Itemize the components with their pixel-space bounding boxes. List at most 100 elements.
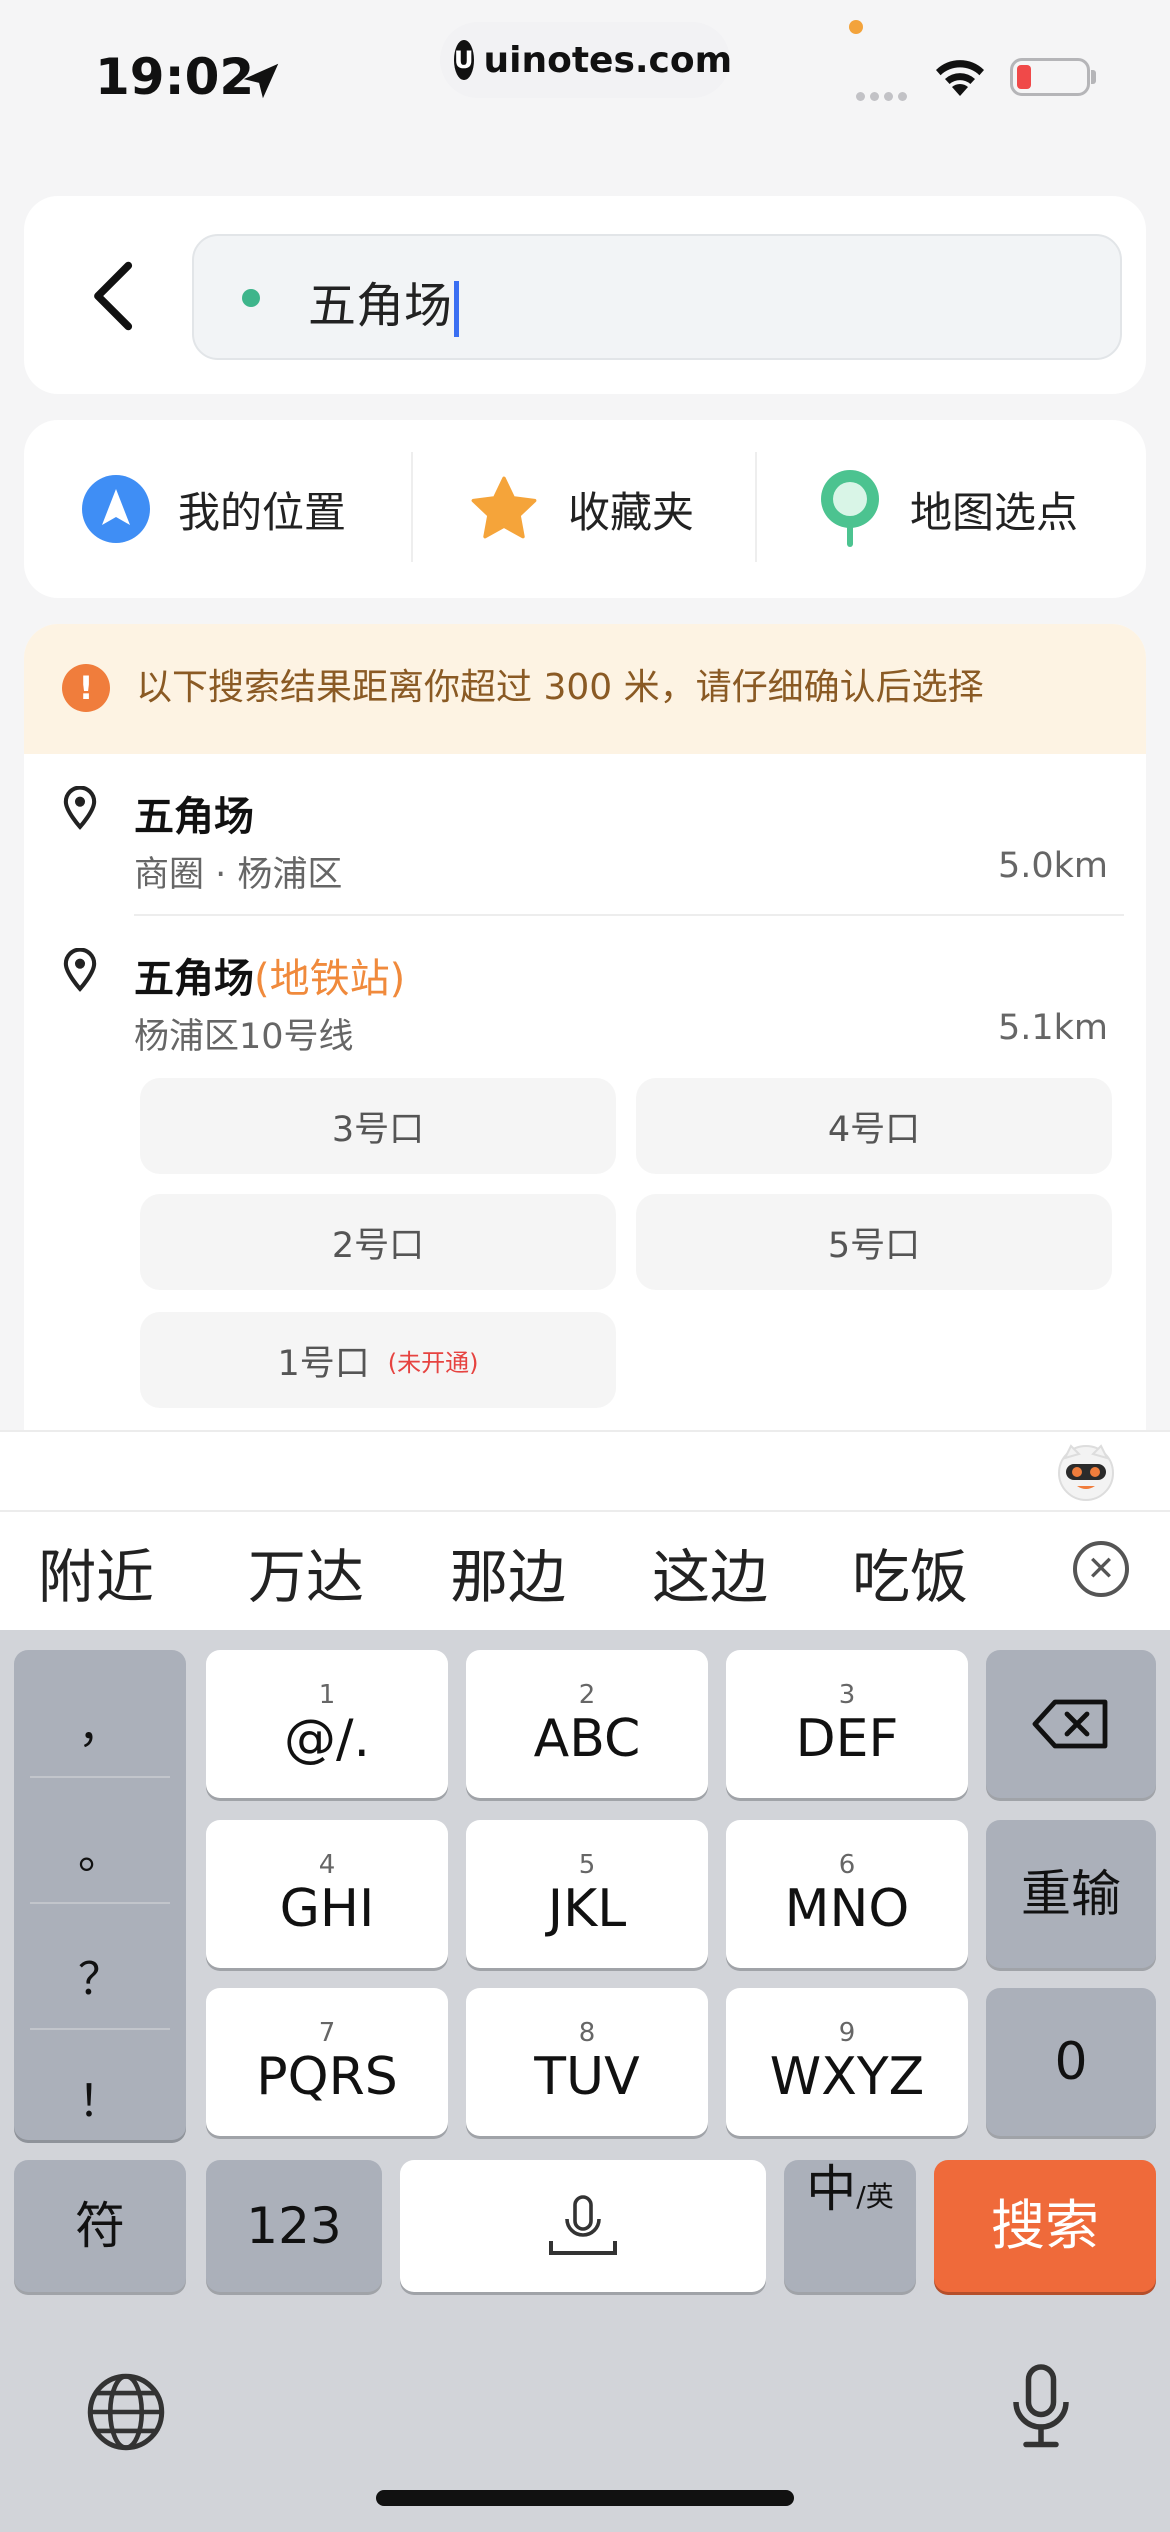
map-pin-icon [821, 470, 879, 547]
search-query-text: 五角场 [308, 266, 460, 337]
status-time: 19:02 [95, 48, 255, 106]
key-5[interactable]: 5 JKL [466, 1820, 708, 1968]
key-8[interactable]: 8 TUV [466, 1988, 708, 2136]
key-letters: DEF [795, 1709, 899, 1769]
zero-label: 0 [1054, 2032, 1088, 2092]
key-letters: JKL [547, 1879, 627, 1939]
key-number: 8 [578, 2018, 596, 2048]
zero-key[interactable]: 0 [986, 1988, 1156, 2136]
my-location-button[interactable]: 我的位置 [82, 420, 346, 598]
candidate-bar [0, 1510, 1170, 1630]
key-9[interactable]: 9 WXYZ [726, 1988, 968, 2136]
key-4[interactable]: 4 GHI [206, 1820, 448, 1968]
exit-button[interactable]: 3号口 [140, 1078, 616, 1174]
reset-key[interactable]: 重输 [986, 1820, 1156, 1968]
key-number: 6 [838, 1850, 856, 1880]
battery-cap [1091, 70, 1096, 84]
star-icon [471, 476, 537, 539]
wifi-icon [936, 60, 984, 96]
candidate-word[interactable]: 这边 [652, 1530, 768, 1614]
map-pick-label: 地图选点 [910, 487, 1079, 537]
key-letters: PQRS [256, 2047, 398, 2107]
result-distance: 5.0km [997, 846, 1108, 886]
result-subtitle: 商圈 · 杨浦区 [134, 855, 343, 895]
result-title-suffix: (地铁站) [254, 956, 406, 1002]
key-number: 3 [838, 1680, 856, 1710]
search-key[interactable]: 搜索 [934, 2160, 1156, 2292]
lang-sub-label: /英 [856, 2180, 894, 2213]
space-key[interactable] [400, 2160, 766, 2292]
result-subtitle: 杨浦区10号线 [134, 1017, 354, 1057]
location-pin-icon [63, 786, 97, 830]
location-pin-icon [63, 948, 97, 992]
key-7[interactable]: 7 PQRS [206, 1988, 448, 2136]
exit-label: 4号口 [827, 1109, 921, 1150]
keyboard-toolbar [0, 1430, 1170, 1510]
exit-button[interactable]: 4号口 [636, 1078, 1112, 1174]
clear-candidates-icon[interactable]: ✕ [1073, 1541, 1129, 1597]
start-point-dot-icon [242, 289, 260, 307]
key-1[interactable]: 1 @/. [206, 1650, 448, 1798]
symbols-key[interactable]: 符 [14, 2160, 186, 2292]
candidate-word[interactable]: 吃饭 [852, 1530, 968, 1614]
exit-closed-note: (未开通) [387, 1348, 479, 1377]
result-title: 五角场 [134, 794, 254, 840]
exit-label: 2号口 [331, 1225, 425, 1266]
dictation-mic-icon[interactable] [1006, 2362, 1076, 2452]
key-number: 4 [318, 1850, 336, 1880]
key-number: 5 [578, 1850, 596, 1880]
key-letters: WXYZ [769, 2047, 925, 2107]
warning-icon: ! [62, 664, 110, 712]
punct-key[interactable]: ？ [14, 1912, 186, 2038]
favorites-label: 收藏夹 [568, 487, 695, 537]
globe-icon[interactable] [84, 2370, 168, 2454]
exit-button[interactable]: 2号口 [140, 1194, 616, 1290]
numbers-key[interactable]: 123 [206, 2160, 382, 2292]
key-letters: @/. [283, 1709, 371, 1769]
exit-label: 1号口 [277, 1343, 370, 1384]
key-number: 2 [578, 1680, 596, 1710]
text-cursor [454, 281, 460, 337]
key-letters: MNO [784, 1879, 910, 1939]
favorites-button[interactable]: 收藏夹 [468, 420, 694, 598]
map-pick-button[interactable]: 地图选点 [818, 420, 1078, 598]
search-query-value: 五角场 [308, 278, 453, 334]
exit-label: 5号口 [827, 1225, 921, 1266]
result-title: 五角场(地铁站) [134, 946, 405, 1004]
backspace-key[interactable] [986, 1650, 1156, 1798]
key-letters: ABC [533, 1709, 641, 1769]
result-title-text: 五角场 [134, 956, 254, 1002]
warning-text: 以下搜索结果距离你超过 300 米，请仔细确认后选择 [136, 667, 984, 708]
url-pill[interactable]: U uinotes.com [440, 22, 733, 98]
punct-key[interactable]: 。 [14, 1786, 186, 1912]
exit-label: 3号口 [331, 1109, 425, 1150]
candidate-word[interactable]: 附近 [38, 1530, 154, 1614]
exit-button[interactable]: 5号口 [636, 1194, 1112, 1290]
quick-divider [411, 452, 413, 562]
numbers-label: 123 [246, 2197, 342, 2255]
punct-key[interactable]: ！ [14, 2034, 186, 2160]
navigation-arrow-icon [82, 475, 150, 543]
punct-key[interactable]: ， [14, 1660, 186, 1786]
key-2[interactable]: 2 ABC [466, 1650, 708, 1798]
candidate-word[interactable]: 那边 [450, 1530, 566, 1614]
key-number: 9 [838, 2018, 856, 2048]
symbols-label: 符 [75, 2197, 125, 2255]
key-letters: GHI [279, 1879, 375, 1939]
reset-label: 重输 [1021, 1865, 1121, 1923]
key-3[interactable]: 3 DEF [726, 1650, 968, 1798]
home-indicator [376, 2490, 794, 2506]
backspace-icon [1032, 1699, 1108, 1749]
my-location-label: 我的位置 [178, 487, 347, 537]
key-6[interactable]: 6 MNO [726, 1820, 968, 1968]
language-toggle-key[interactable]: 中/英 [784, 2160, 916, 2292]
site-logo-icon: U [454, 40, 474, 80]
ime-mascot-icon[interactable] [1055, 1440, 1117, 1502]
back-chevron-icon[interactable] [84, 258, 146, 334]
exit-button[interactable]: 1号口 (未开通) [140, 1312, 616, 1408]
privacy-indicator-dot [849, 20, 863, 34]
cellular-signal-icon [856, 86, 912, 105]
quick-divider [755, 452, 757, 562]
candidate-word[interactable]: 万达 [248, 1530, 364, 1614]
url-text: uinotes.com [483, 39, 733, 81]
